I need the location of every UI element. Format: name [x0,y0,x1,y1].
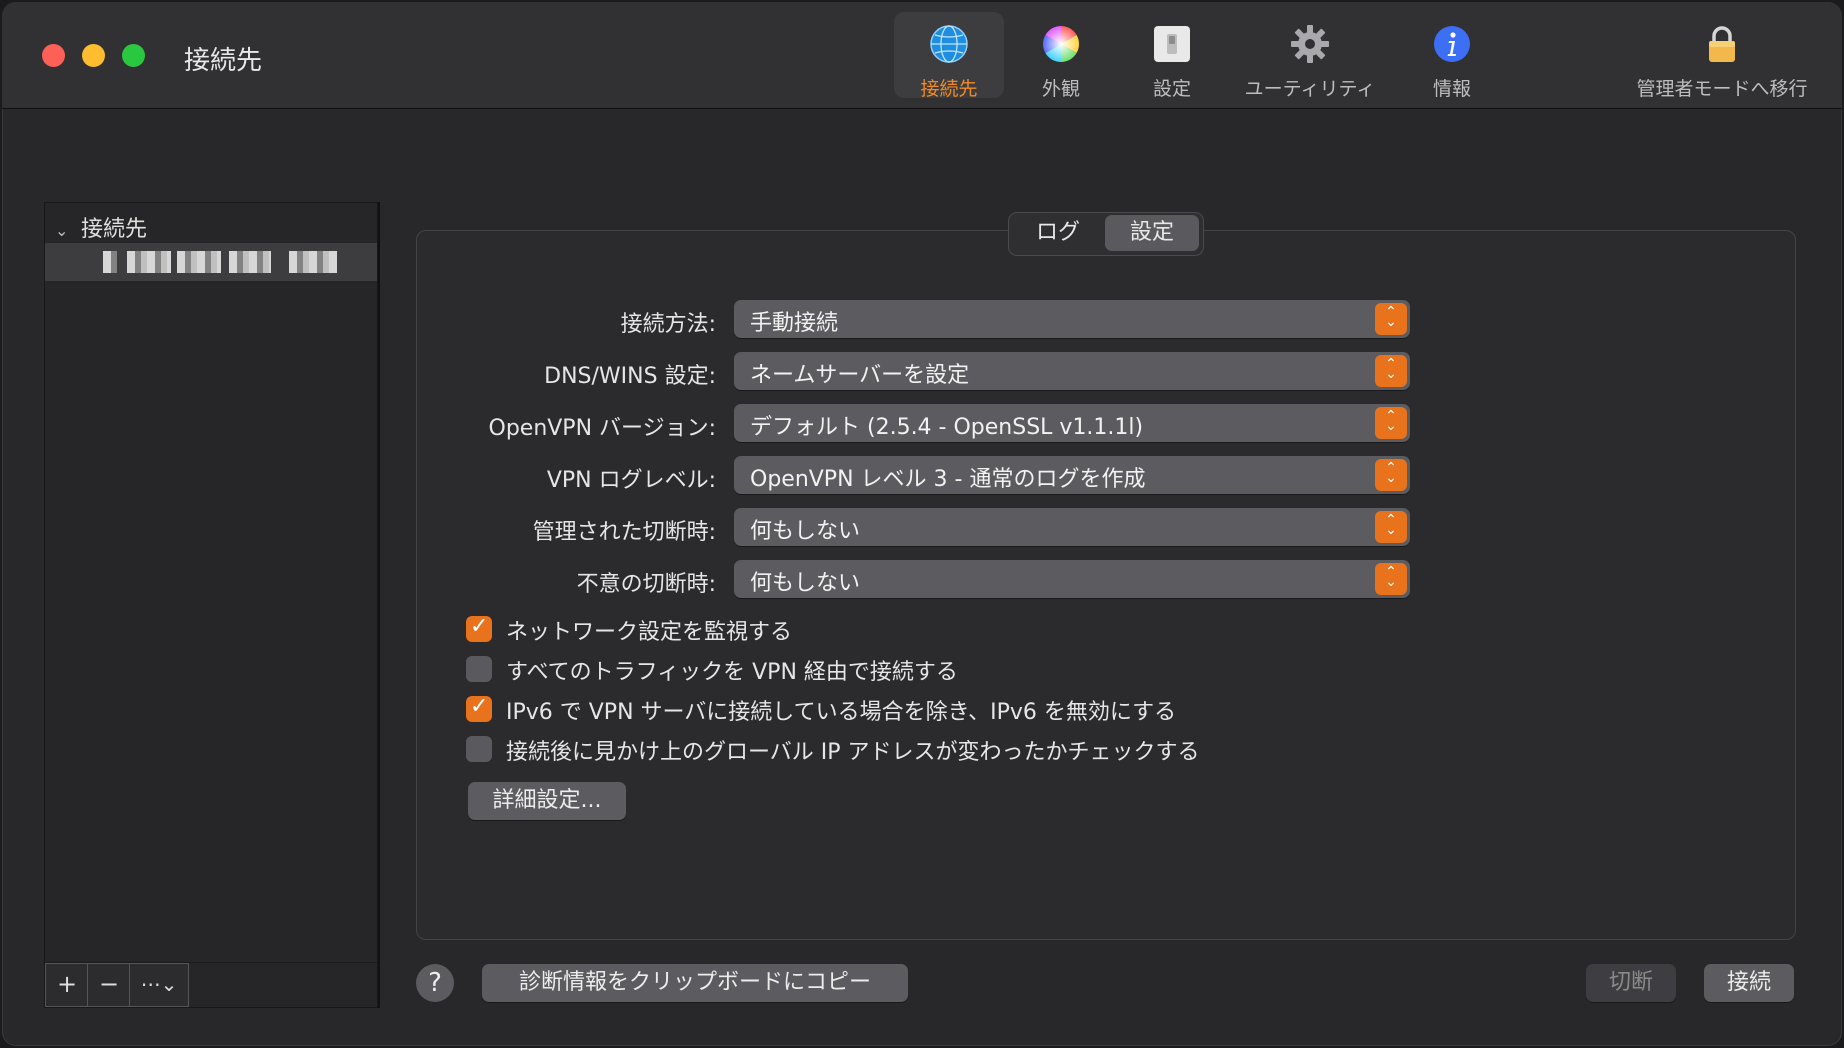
checkbox-label: IPv6 で VPN サーバに接続している場合を除き、IPv6 を無効にする [506,700,1177,725]
sidebar-connection-item[interactable] [45,243,377,281]
redacted-text [127,251,171,273]
redacted-text [289,251,337,273]
redacted-text [103,251,117,273]
sidebar-group-header[interactable]: ⌄ 接続先 [55,211,147,243]
lock-icon [1709,26,1735,62]
dns-wins-row: DNS/WINS 設定: ネームサーバーを設定 ⌃ ⌄ [442,352,1412,392]
checkmark-icon: ✓ [470,694,489,719]
checkbox-label: ネットワーク設定を監視する [506,620,793,645]
toolbar-label: 情報 [1432,78,1471,100]
disable-ipv6-checkbox[interactable]: ✓ [466,694,492,722]
unexpected-disconnect-select[interactable]: 何もしない ⌃ ⌄ [734,560,1410,598]
tab-control: ログ 設定 [1008,212,1204,256]
toolbar-info-button[interactable]: 情報 [1394,12,1510,100]
disconnect-button[interactable]: 切断 [1586,964,1676,1002]
tab-log[interactable]: ログ [1011,215,1105,251]
updown-chevron-icon: ⌃ ⌄ [1375,407,1407,439]
titlebar: 接続先 接続先 外観 設定 ユーティリティ 情報 管理者モードへ移行 [2,2,1842,109]
route-all-traffic-checkbox[interactable] [466,656,492,682]
toolbar-label: 設定 [1152,78,1191,100]
select-value: ネームサーバーを設定 [750,363,970,388]
admin-mode-label: 管理者モードへ移行 [1636,78,1808,100]
select-value: 何もしない [750,571,861,596]
color-wheel-icon [1042,25,1080,63]
switch-icon [1154,26,1190,62]
updown-chevron-icon: ⌃ ⌄ [1375,303,1407,335]
close-window-button[interactable] [42,44,65,67]
toolbar-connections-button[interactable]: 接続先 [894,12,1004,100]
field-label: OpenVPN バージョン: [488,416,717,441]
globe-icon [930,25,968,63]
connection-method-row: 接続方法: 手動接続 ⌃ ⌄ [442,300,1412,340]
checkbox-label: すべてのトラフィックを VPN 経由で接続する [506,660,958,685]
vpn-log-level-select[interactable]: OpenVPN レベル 3 - 通常のログを作成 ⌃ ⌄ [734,456,1410,494]
updown-chevron-icon: ⌃ ⌄ [1375,563,1407,595]
toolbar-appearance-button[interactable]: 外観 [1006,12,1116,100]
vpn-log-level-row: VPN ログレベル: OpenVPN レベル 3 - 通常のログを作成 ⌃ ⌄ [442,456,1412,496]
check-ip-change-checkbox[interactable] [466,736,492,762]
chevron-down-icon: ⌄ [55,221,69,240]
tab-settings[interactable]: 設定 [1105,215,1199,251]
field-label: VPN ログレベル: [546,468,716,493]
checkmark-icon: ✓ [470,614,489,639]
sidebar-divider [378,202,380,1008]
updown-chevron-icon: ⌃ ⌄ [1375,459,1407,491]
dns-wins-select[interactable]: ネームサーバーを設定 ⌃ ⌄ [734,352,1410,390]
window-title: 接続先 [184,46,263,76]
checkbox-label: 接続後に見かけ上のグローバル IP アドレスが変わったかチェックする [506,740,1200,765]
minimize-window-button[interactable] [82,44,105,67]
toolbar-settings-button[interactable]: 設定 [1118,12,1226,100]
connect-button[interactable]: 接続 [1704,964,1794,1002]
more-actions-button[interactable]: ⋯⌄ [129,963,189,1007]
openvpn-version-select[interactable]: デフォルト (2.5.4 - OpenSSL v1.1.1l) ⌃ ⌄ [734,404,1410,442]
toolbar-label: 接続先 [920,78,978,100]
updown-chevron-icon: ⌃ ⌄ [1375,355,1407,387]
gear-icon [1291,25,1329,63]
add-connection-button[interactable]: + [45,963,89,1007]
redacted-text [229,251,271,273]
sidebar-footer: + − ⋯⌄ [45,962,377,1007]
admin-mode-button[interactable]: 管理者モードへ移行 [1622,12,1822,100]
zoom-window-button[interactable] [122,44,145,67]
redacted-text [177,251,221,273]
remove-connection-button[interactable]: − [87,963,131,1007]
info-icon [1434,26,1470,62]
openvpn-version-row: OpenVPN バージョン: デフォルト (2.5.4 - OpenSSL v1… [442,404,1412,444]
connections-sidebar: ⌄ 接続先 + − ⋯⌄ [44,202,378,1008]
unexpected-disconnect-row: 不意の切断時: 何もしない ⌃ ⌄ [442,560,1412,600]
toolbar-utilities-button[interactable]: ユーティリティ [1228,12,1392,100]
select-value: 手動接続 [750,311,839,336]
help-button[interactable]: ? [416,964,454,1002]
app-window: 接続先 接続先 外観 設定 ユーティリティ 情報 管理者モードへ移行 ⌄ 接続先… [2,2,1842,1046]
updown-chevron-icon: ⌃ ⌄ [1375,511,1407,543]
select-value: デフォルト (2.5.4 - OpenSSL v1.1.1l) [750,415,1144,440]
advanced-settings-button[interactable]: 詳細設定... [468,782,626,820]
monitor-network-checkbox[interactable]: ✓ [466,614,492,642]
managed-disconnect-row: 管理された切断時: 何もしない ⌃ ⌄ [442,508,1412,548]
field-label: 管理された切断時: [532,520,716,545]
field-label: 不意の切断時: [576,572,716,597]
toolbar-label: ユーティリティ [1244,78,1376,100]
field-label: 接続方法: [620,312,716,337]
select-value: OpenVPN レベル 3 - 通常のログを作成 [750,467,1146,492]
managed-disconnect-select[interactable]: 何もしない ⌃ ⌄ [734,508,1410,546]
copy-diagnostics-button[interactable]: 診断情報をクリップボードにコピー [482,964,908,1002]
select-value: 何もしない [750,519,861,544]
sidebar-header-label: 接続先 [81,217,148,242]
field-label: DNS/WINS 設定: [544,364,716,389]
toolbar-label: 外観 [1041,78,1080,100]
connection-method-select[interactable]: 手動接続 ⌃ ⌄ [734,300,1410,338]
